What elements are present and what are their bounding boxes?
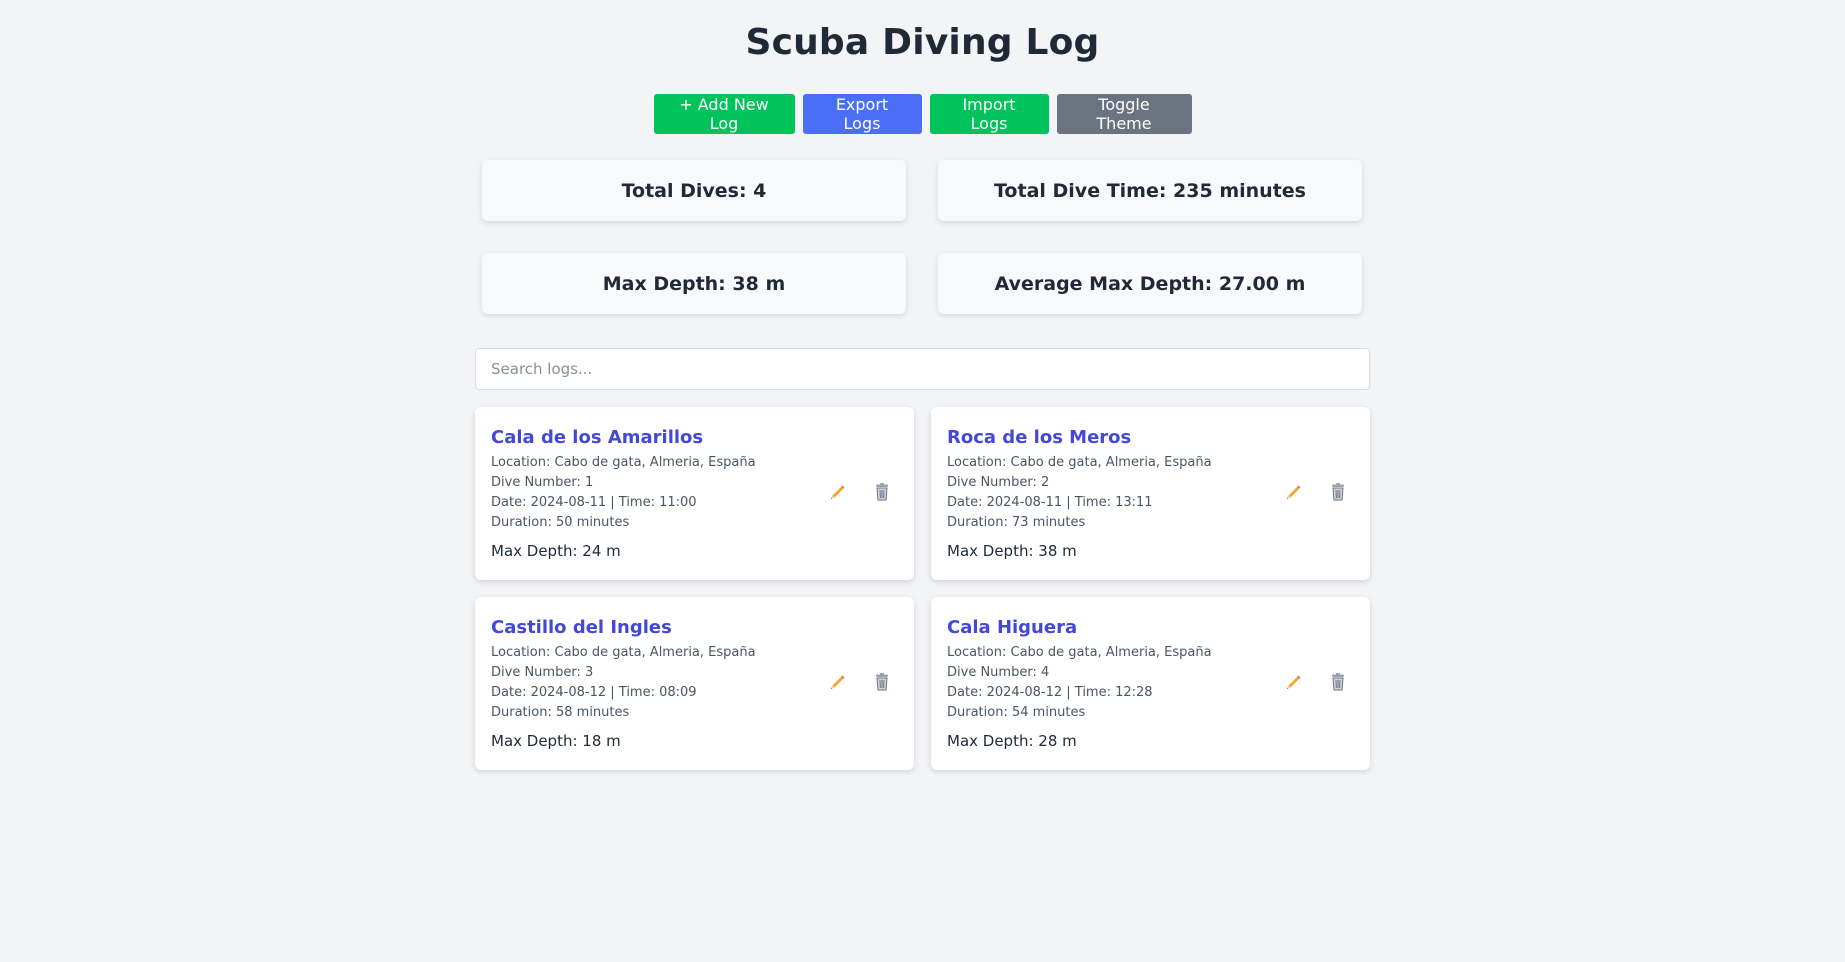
- log-actions: [1284, 481, 1348, 503]
- delete-log-button[interactable]: [1328, 481, 1348, 503]
- log-site-name[interactable]: Cala de los Amarillos: [491, 427, 898, 448]
- log-max-depth: Max Depth: 38 m: [947, 542, 1077, 560]
- delete-log-button[interactable]: [1328, 671, 1348, 693]
- log-actions: [828, 481, 892, 503]
- search-input[interactable]: [475, 348, 1370, 390]
- log-site-name[interactable]: Cala Higuera: [947, 617, 1354, 638]
- app: Scuba Diving Log + Add New Log Export Lo…: [0, 0, 1845, 962]
- page-title: Scuba Diving Log: [745, 22, 1100, 63]
- pencil-icon: [831, 675, 845, 689]
- search-container: [475, 348, 1370, 390]
- export-logs-button[interactable]: Export Logs: [802, 94, 922, 134]
- add-new-log-button[interactable]: + Add New Log: [653, 94, 795, 134]
- log-max-depth: Max Depth: 24 m: [491, 542, 621, 560]
- edit-log-button[interactable]: [1284, 671, 1304, 693]
- log-location: Location: Cabo de gata, Almeria, España: [491, 455, 756, 470]
- trash-icon: [876, 483, 888, 501]
- log-card: Cala Higuera Location: Cabo de gata, Alm…: [931, 597, 1370, 770]
- stat-total-dives: Total Dives: 4: [482, 160, 906, 221]
- log-site-name[interactable]: Roca de los Meros: [947, 427, 1354, 448]
- log-actions: [1284, 671, 1348, 693]
- log-location: Location: Cabo de gata, Almeria, España: [491, 645, 756, 660]
- log-duration: Duration: 50 minutes: [491, 515, 630, 530]
- log-duration: Duration: 54 minutes: [947, 705, 1086, 720]
- stats-grid: Total Dives: 4 Total Dive Time: 235 minu…: [475, 160, 1370, 314]
- log-card: Cala de los Amarillos Location: Cabo de …: [475, 407, 914, 580]
- log-location: Location: Cabo de gata, Almeria, España: [947, 455, 1212, 470]
- log-duration: Duration: 58 minutes: [491, 705, 630, 720]
- log-list: Cala de los Amarillos Location: Cabo de …: [475, 407, 1370, 770]
- stat-max-depth: Max Depth: 38 m: [482, 253, 906, 314]
- log-duration: Duration: 73 minutes: [947, 515, 1086, 530]
- trash-icon: [876, 673, 888, 691]
- delete-log-button[interactable]: [872, 481, 892, 503]
- log-location: Location: Cabo de gata, Almeria, España: [947, 645, 1212, 660]
- log-max-depth: Max Depth: 28 m: [947, 732, 1077, 750]
- toolbar: + Add New Log Export Logs Import Logs To…: [0, 94, 1845, 135]
- stat-total-dive-time: Total Dive Time: 235 minutes: [938, 160, 1362, 221]
- log-actions: [828, 671, 892, 693]
- trash-icon: [1332, 483, 1344, 501]
- edit-log-button[interactable]: [1284, 481, 1304, 503]
- edit-log-button[interactable]: [828, 671, 848, 693]
- stat-average-max-depth: Average Max Depth: 27.00 m: [938, 253, 1362, 314]
- edit-log-button[interactable]: [828, 481, 848, 503]
- log-max-depth: Max Depth: 18 m: [491, 732, 621, 750]
- log-card: Roca de los Meros Location: Cabo de gata…: [931, 407, 1370, 580]
- toggle-theme-button[interactable]: Toggle Theme: [1056, 94, 1192, 134]
- trash-icon: [1332, 673, 1344, 691]
- log-site-name[interactable]: Castillo del Ingles: [491, 617, 898, 638]
- import-logs-button[interactable]: Import Logs: [929, 94, 1049, 134]
- pencil-icon: [1287, 485, 1301, 499]
- pencil-icon: [831, 485, 845, 499]
- delete-log-button[interactable]: [872, 671, 892, 693]
- pencil-icon: [1287, 675, 1301, 689]
- log-card: Castillo del Ingles Location: Cabo de ga…: [475, 597, 914, 770]
